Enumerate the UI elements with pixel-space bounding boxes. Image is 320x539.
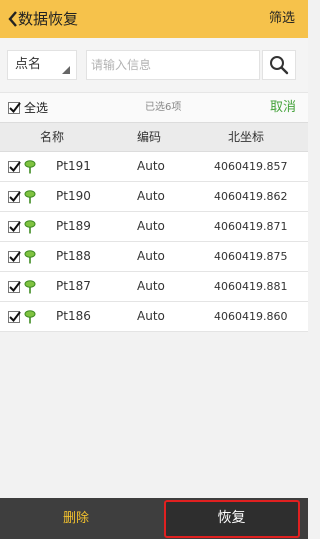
point-name: Pt190	[56, 189, 91, 203]
point-name: Pt186	[56, 309, 91, 323]
point-pin-icon	[24, 160, 36, 174]
search-bar: 点名	[0, 38, 308, 92]
table-row[interactable]: Pt189 Auto 4060419.871	[0, 212, 308, 242]
bottom-action-bar: 删除 恢复	[0, 498, 308, 539]
column-header-north: 北坐标	[228, 130, 265, 144]
point-code: Auto	[137, 279, 165, 293]
row-checkbox[interactable]	[8, 191, 21, 203]
point-pin-icon	[24, 310, 36, 324]
point-north: 4060419.860	[214, 310, 288, 323]
point-north: 4060419.881	[214, 280, 288, 293]
table-row[interactable]: Pt191 Auto 4060419.857	[0, 152, 308, 182]
search-input[interactable]	[86, 50, 260, 80]
point-name: Pt191	[56, 159, 91, 173]
point-pin-icon	[24, 220, 36, 234]
table-row[interactable]: Pt188 Auto 4060419.875	[0, 242, 308, 272]
restore-button[interactable]: 恢复	[165, 500, 298, 537]
app-header: 数据恢复 筛选	[0, 0, 308, 38]
point-code: Auto	[137, 189, 165, 203]
row-checkbox[interactable]	[8, 311, 21, 323]
point-pin-icon	[24, 250, 36, 264]
point-pin-icon	[24, 280, 36, 294]
point-code: Auto	[137, 159, 165, 173]
empty-list-area	[0, 333, 308, 498]
checkbox-checked-icon	[9, 102, 21, 114]
point-name: Pt188	[56, 249, 91, 263]
dropdown-triangle-icon	[62, 66, 70, 74]
select-all-checkbox[interactable]	[8, 102, 21, 114]
point-name: Pt189	[56, 219, 91, 233]
checkbox-checked-icon	[9, 281, 21, 293]
point-north: 4060419.875	[214, 250, 288, 263]
row-checkbox[interactable]	[8, 281, 21, 293]
column-header-name: 名称	[40, 130, 65, 144]
selection-bar: 全选 已选6项 取消	[0, 92, 308, 123]
point-list: Pt191 Auto 4060419.857 Pt190 Auto 406041…	[0, 152, 308, 332]
point-code: Auto	[137, 249, 165, 263]
point-name: Pt187	[56, 279, 91, 293]
row-checkbox[interactable]	[8, 221, 21, 233]
point-code: Auto	[137, 309, 165, 323]
point-code: Auto	[137, 219, 165, 233]
checkbox-checked-icon	[9, 311, 21, 323]
filter-button[interactable]: 筛选	[269, 0, 295, 38]
table-header: 名称 编码 北坐标	[0, 122, 308, 152]
select-all-label[interactable]: 全选	[24, 93, 48, 123]
selected-count: 已选6项	[145, 102, 182, 113]
table-row[interactable]: Pt190 Auto 4060419.862	[0, 182, 308, 212]
table-row[interactable]: Pt186 Auto 4060419.860	[0, 302, 308, 332]
row-checkbox[interactable]	[8, 161, 21, 173]
checkbox-checked-icon	[9, 161, 21, 173]
back-chevron-icon	[8, 11, 17, 27]
page-title: 数据恢复	[18, 10, 79, 28]
search-icon	[270, 56, 289, 75]
checkbox-checked-icon	[9, 221, 21, 233]
search-field-select[interactable]: 点名	[7, 50, 77, 80]
column-header-code: 编码	[137, 130, 162, 144]
delete-button[interactable]: 删除	[0, 498, 152, 539]
checkbox-checked-icon	[9, 251, 21, 263]
point-north: 4060419.862	[214, 190, 288, 203]
point-north: 4060419.857	[214, 160, 288, 173]
checkbox-checked-icon	[9, 191, 21, 203]
point-pin-icon	[24, 190, 36, 204]
table-row[interactable]: Pt187 Auto 4060419.881	[0, 272, 308, 302]
row-checkbox[interactable]	[8, 251, 21, 263]
cancel-button[interactable]: 取消	[270, 93, 296, 123]
point-north: 4060419.871	[214, 220, 288, 233]
search-field-value: 点名	[15, 57, 42, 72]
search-button[interactable]	[262, 50, 296, 80]
